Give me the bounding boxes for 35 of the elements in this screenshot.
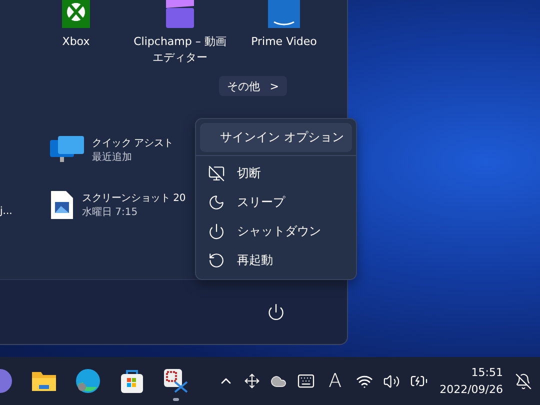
moon-icon	[208, 194, 225, 211]
power-icon	[267, 303, 285, 321]
browser-icon	[75, 368, 101, 394]
xbox-logo-icon	[62, 0, 90, 28]
app-label[interactable]: Prime Video	[234, 34, 334, 50]
monitor-icon	[50, 136, 84, 164]
image-file-icon	[50, 190, 74, 220]
move-icon	[244, 373, 260, 389]
menu-item[interactable]: シャットダウン	[200, 217, 352, 246]
store-bag-icon	[120, 368, 144, 394]
video-app-icon	[268, 0, 300, 28]
more-button[interactable]: その他 >	[218, 76, 287, 96]
menu-item[interactable]: サインイン オプション	[200, 123, 352, 152]
clock-button[interactable]: 15:51 2022/09/26	[436, 364, 507, 398]
clapperboard-icon	[164, 0, 196, 28]
recommended-title[interactable]: クイック アシスト	[92, 136, 174, 150]
recommended-title[interactable]: スクリーンショット 20	[82, 191, 186, 205]
item-label: j...	[0, 206, 14, 219]
folder-icon	[31, 370, 57, 392]
recommended-subtitle: 水曜日 7:15	[82, 206, 139, 219]
bell-off-icon	[515, 372, 532, 390]
snipping-tool-icon	[163, 368, 189, 394]
app-icon	[0, 367, 14, 395]
app-label[interactable]: Clipchamp – 動画エディター	[130, 34, 230, 66]
menu-item[interactable]: 切断	[200, 159, 352, 188]
restart-icon	[208, 252, 225, 269]
ime-indicator[interactable]: A	[322, 370, 348, 392]
recommended-subtitle: 最近追加	[92, 150, 133, 164]
monitor-off-icon	[208, 165, 225, 182]
menu-item[interactable]: スリープ	[200, 188, 352, 217]
volume-icon	[382, 372, 400, 390]
keyboard-icon	[296, 372, 315, 390]
app-label[interactable]: Xbox	[26, 34, 126, 50]
menu-item[interactable]: 再起動	[200, 246, 352, 275]
power-icon	[208, 223, 225, 240]
